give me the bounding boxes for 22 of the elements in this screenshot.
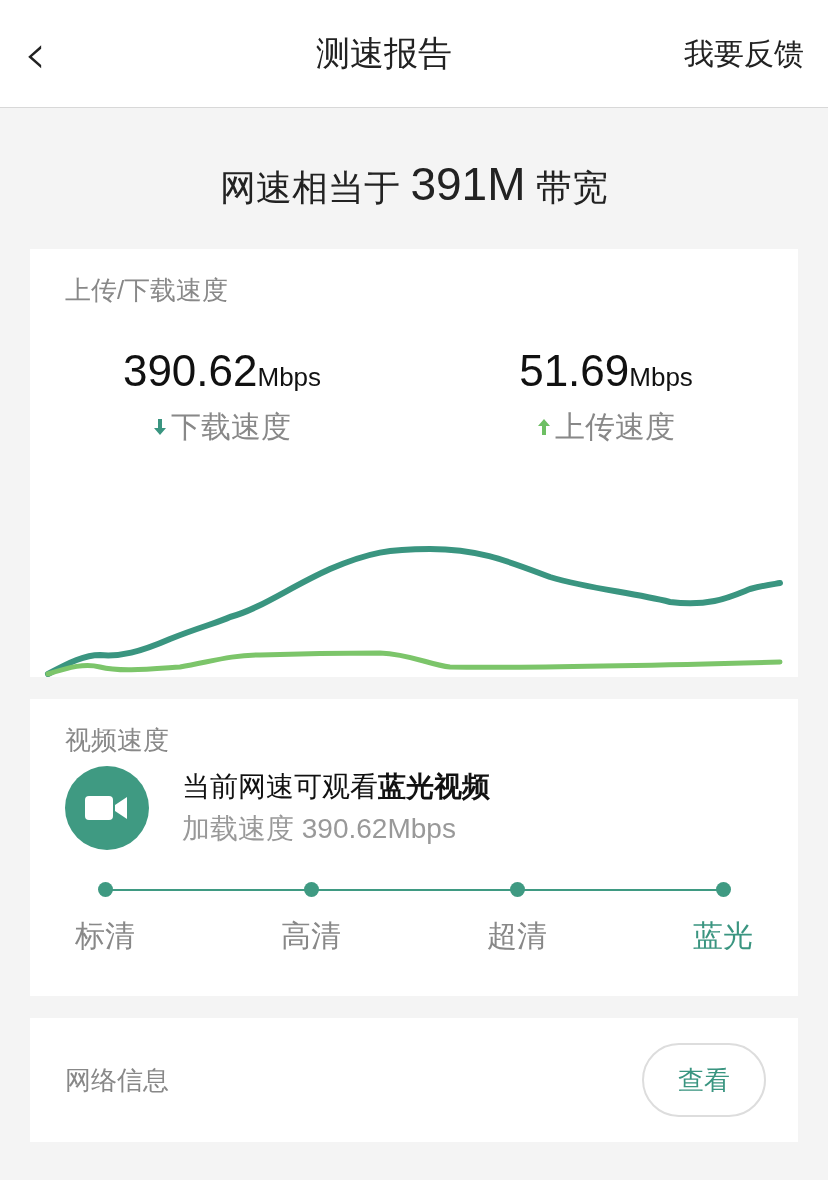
load-speed-text: 加载速度 390.62Mbps: [182, 812, 457, 846]
speed-value: 390.62: [122, 345, 258, 397]
view-button[interactable]: 查看: [642, 1043, 766, 1117]
speed-label: 上传速度: [555, 409, 675, 445]
down-arrow-icon: [153, 417, 167, 436]
speed-unit: Mbps: [629, 361, 693, 394]
speed-unit: Mbps: [257, 361, 322, 394]
back-button[interactable]: ‹: [24, 25, 84, 82]
quality-level[interactable]: 高清: [281, 913, 341, 958]
video-headline: 当前网速可观看蓝光视频: [182, 770, 490, 804]
quality-level[interactable]: 超清: [487, 913, 547, 958]
card-title: 视频速度: [65, 724, 169, 757]
up-arrow-icon: [537, 417, 551, 436]
speed-value: 51.69: [519, 345, 630, 397]
bandwidth-summary: 网速相当于 391M 带宽: [220, 157, 608, 212]
quality-level[interactable]: 标清: [75, 913, 135, 958]
card-title: 网络信息: [65, 1063, 169, 1097]
page-title: 测速报告: [316, 33, 452, 74]
speed-label: 下载速度: [171, 409, 291, 445]
feedback-link[interactable]: 我要反馈: [684, 31, 804, 76]
quality-level[interactable]: 蓝光: [693, 913, 753, 958]
card-title: 上传/下载速度: [64, 274, 230, 307]
